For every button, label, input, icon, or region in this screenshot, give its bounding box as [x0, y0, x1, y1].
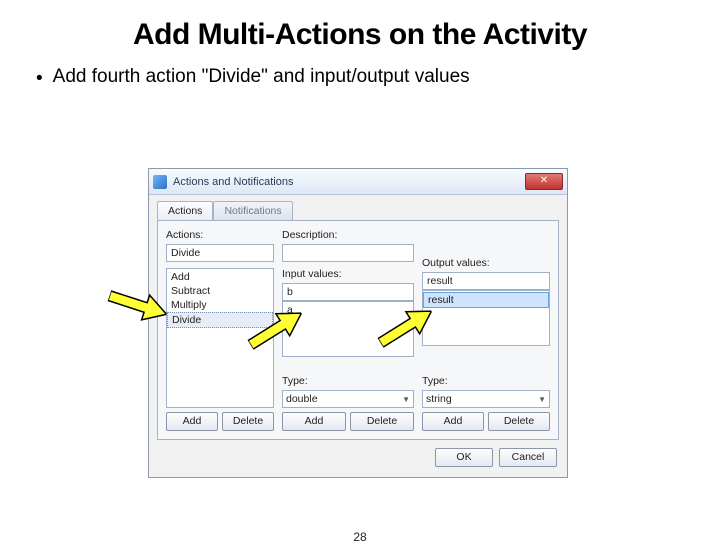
tab-actions[interactable]: Actions — [157, 201, 213, 220]
window-title: Actions and Notifications — [173, 176, 519, 188]
output-type-value: string — [426, 393, 452, 405]
input-type-value: double — [286, 393, 318, 405]
tab-panel: Actions: Divide Add Subtract Multiply Di… — [157, 220, 559, 440]
actions-label: Actions: — [166, 229, 274, 241]
delete-output-button[interactable]: Delete — [488, 412, 550, 431]
cancel-button[interactable]: Cancel — [499, 448, 557, 467]
output-values-label: Output values: — [422, 257, 550, 269]
add-action-button[interactable]: Add — [166, 412, 218, 431]
add-input-button[interactable]: Add — [282, 412, 346, 431]
ok-button[interactable]: OK — [435, 448, 493, 467]
page-number: 28 — [0, 530, 720, 544]
type-label-output: Type: — [422, 375, 550, 387]
list-item[interactable]: a — [283, 303, 413, 317]
bullet-text: Add fourth action "Divide" and input/out… — [53, 66, 470, 88]
chevron-down-icon: ▼ — [538, 395, 546, 404]
type-label-input: Type: — [282, 375, 414, 387]
output-column: Output values: result result Type: strin… — [422, 229, 550, 431]
description-input[interactable] — [282, 244, 414, 262]
action-name-input[interactable]: Divide — [166, 244, 274, 262]
output-values-list[interactable]: result — [422, 290, 550, 346]
tab-strip: Actions Notifications — [149, 195, 567, 220]
bullet-dot: • — [36, 68, 43, 90]
actions-column: Actions: Divide Add Subtract Multiply Di… — [166, 229, 274, 431]
slide-title: Add Multi-Actions on the Activity — [0, 18, 720, 52]
list-item[interactable]: Subtract — [167, 284, 273, 298]
chevron-down-icon: ▼ — [402, 395, 410, 404]
actions-list[interactable]: Add Subtract Multiply Divide — [166, 268, 274, 408]
output-type-select[interactable]: string ▼ — [422, 390, 550, 408]
dialog-buttons: OK Cancel — [149, 440, 567, 467]
list-item[interactable]: Multiply — [167, 298, 273, 312]
dialog-screenshot: Actions and Notifications ✕ Actions Noti… — [148, 168, 568, 478]
list-item-selected[interactable]: Divide — [167, 312, 273, 328]
input-values-label: Input values: — [282, 268, 414, 280]
titlebar: Actions and Notifications ✕ — [149, 169, 567, 195]
description-label: Description: — [282, 229, 414, 241]
input-type-select[interactable]: double ▼ — [282, 390, 414, 408]
input-values-list[interactable]: a b — [282, 301, 414, 357]
list-item-highlight[interactable]: result — [423, 292, 549, 308]
dialog-window: Actions and Notifications ✕ Actions Noti… — [148, 168, 568, 478]
app-icon — [153, 175, 167, 189]
tab-notifications[interactable]: Notifications — [213, 201, 292, 220]
input-value-field[interactable]: b — [282, 283, 414, 301]
delete-action-button[interactable]: Delete — [222, 412, 274, 431]
list-item[interactable]: b — [283, 317, 413, 331]
slide-bullet: • Add fourth action "Divide" and input/o… — [36, 66, 720, 90]
close-button[interactable]: ✕ — [525, 173, 563, 190]
input-column: Description: Input values: b a b Type: d… — [282, 229, 414, 431]
output-value-field[interactable]: result — [422, 272, 550, 290]
add-output-button[interactable]: Add — [422, 412, 484, 431]
delete-input-button[interactable]: Delete — [350, 412, 414, 431]
list-item[interactable]: Add — [167, 270, 273, 284]
